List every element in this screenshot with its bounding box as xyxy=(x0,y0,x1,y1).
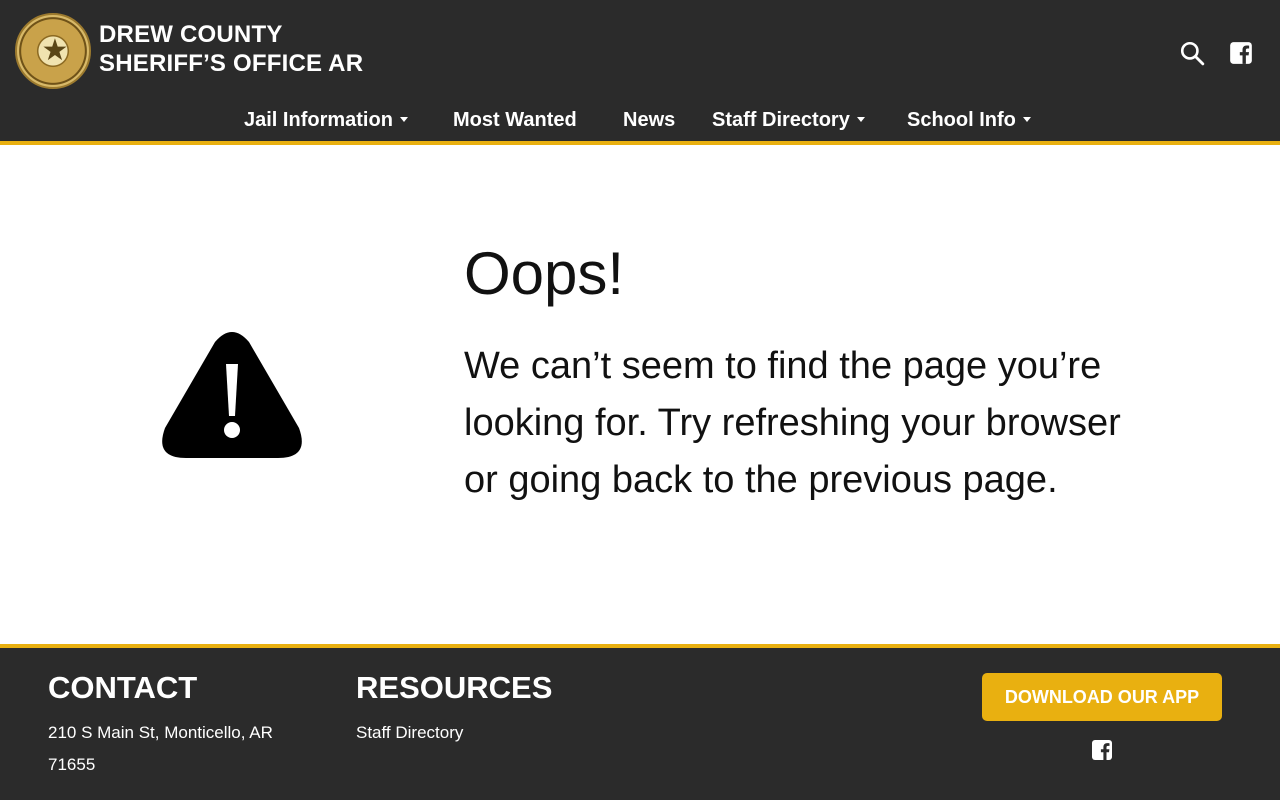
nav-item-staff-directory[interactable]: Staff Directory xyxy=(712,104,865,136)
nav-item-label[interactable]: School Info xyxy=(907,109,1016,131)
caret-down-icon[interactable] xyxy=(1022,117,1031,123)
contact-heading: CONTACT xyxy=(48,670,198,705)
sheriff-badge-logo[interactable]: ★ xyxy=(15,13,91,89)
nav-item-label[interactable]: Staff Directory xyxy=(712,109,850,131)
site-title-line2[interactable]: SHERIFF’S OFFICE AR xyxy=(99,49,363,78)
nav-item-school-info[interactable]: School Info xyxy=(907,104,1031,136)
nav-item-label[interactable]: News xyxy=(623,109,675,131)
nav-item-most-wanted[interactable]: Most Wanted xyxy=(453,104,577,136)
address-line2: 71655 xyxy=(48,755,96,774)
nav-item-label[interactable]: Jail Information xyxy=(244,109,393,131)
address-line1: 210 S Main St, Monticello, AR xyxy=(48,723,273,742)
site-title-line1[interactable]: DREW COUNTY xyxy=(99,20,363,49)
main-nav: Jail Information Most Wanted News Staff … xyxy=(0,104,1280,136)
nav-item-label[interactable]: Most Wanted xyxy=(453,109,577,131)
caret-down-icon[interactable] xyxy=(856,117,865,123)
page-heading: Oops! xyxy=(464,240,625,307)
download-app-button[interactable]: DOWNLOAD OUR APP xyxy=(982,673,1222,721)
warning-icon xyxy=(162,332,302,458)
site-title[interactable]: DREW COUNTY SHERIFF’S OFFICE AR xyxy=(99,20,363,78)
header-accent-bar xyxy=(0,141,1280,145)
nav-item-news[interactable]: News xyxy=(623,104,675,136)
nav-item-jail-information[interactable]: Jail Information xyxy=(244,104,408,136)
search-icon[interactable] xyxy=(1179,40,1205,66)
resources-link-staff-directory[interactable]: Staff Directory xyxy=(356,717,463,749)
facebook-icon[interactable] xyxy=(1228,40,1254,66)
resources-heading: RESOURCES xyxy=(356,670,553,705)
site-header: ★ DREW COUNTY SHERIFF’S OFFICE AR Jail I… xyxy=(0,0,1280,141)
facebook-icon[interactable] xyxy=(1090,738,1114,762)
site-footer: CONTACT 210 S Main St, Monticello, AR 71… xyxy=(0,648,1280,800)
error-message: We can’t seem to find the page you’re lo… xyxy=(464,345,1121,501)
caret-down-icon[interactable] xyxy=(399,117,408,123)
star-icon: ★ xyxy=(41,34,69,67)
